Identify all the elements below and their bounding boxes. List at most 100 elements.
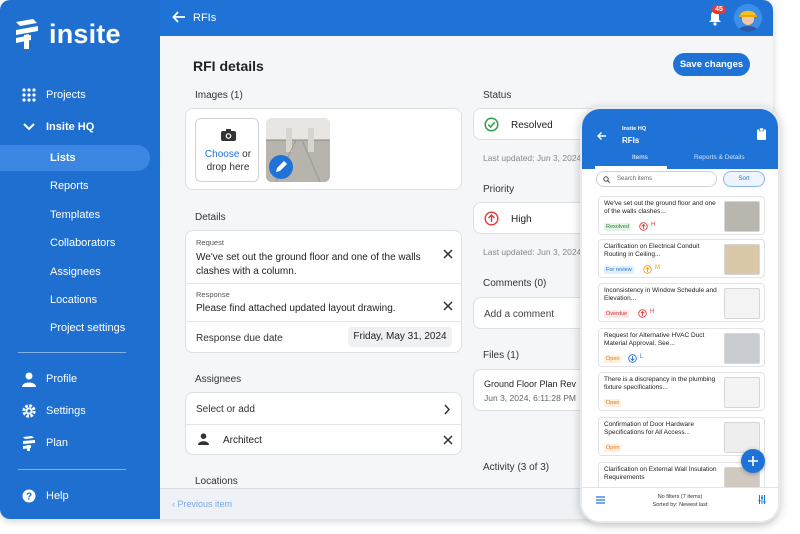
sidebar-item-projects[interactable]: Projects bbox=[0, 82, 160, 108]
filter-sliders-icon[interactable] bbox=[758, 495, 766, 504]
phone-item-status: For review bbox=[604, 266, 634, 274]
status-updated: Last updated: Jun 3, 2024 bbox=[483, 153, 582, 163]
chevron-right-icon[interactable] bbox=[443, 404, 451, 415]
activity-label: Activity (3 of 3) bbox=[483, 462, 550, 473]
request-label: Request bbox=[196, 238, 224, 247]
files-label: Files (1) bbox=[483, 350, 520, 361]
phone-sort-button[interactable]: Sort bbox=[723, 171, 765, 187]
phone-priority-icon bbox=[639, 222, 648, 231]
phone-search-input[interactable]: Search items bbox=[596, 171, 717, 187]
phone-list-item[interactable]: Request for Alternative HVAC Duct Materi… bbox=[598, 328, 765, 367]
phone-item-status: Resolved bbox=[604, 223, 631, 231]
phone-tab-items[interactable]: Items bbox=[632, 154, 648, 161]
comments-label: Comments (0) bbox=[483, 278, 547, 289]
svg-text:?: ? bbox=[26, 492, 32, 503]
phone-list-item[interactable]: Clarification on Electrical Conduit Rout… bbox=[598, 239, 765, 278]
sidebar-item-insite-hq[interactable]: Insite HQ bbox=[0, 114, 160, 140]
phone-sort-status: Sorted by: Newest last bbox=[652, 502, 708, 508]
sidebar-item-label: Projects bbox=[46, 89, 86, 101]
phone-list-item[interactable]: We've set out the ground floor and one o… bbox=[598, 196, 765, 235]
image-thumbnail[interactable] bbox=[266, 118, 330, 182]
plus-icon bbox=[748, 456, 758, 466]
choose-link[interactable]: Choose bbox=[205, 149, 239, 160]
assignees-label: Assignees bbox=[195, 374, 242, 385]
sidebar-item-profile[interactable]: Profile bbox=[0, 366, 160, 392]
file-date: Jun 3, 2024, 6:11:28 PM bbox=[484, 393, 576, 403]
back-arrow-icon[interactable] bbox=[172, 10, 186, 24]
sidebar-item-assignees[interactable]: Assignees bbox=[0, 259, 160, 285]
phone-list-item[interactable]: Confirmation of Door Hardware Specificat… bbox=[598, 417, 765, 456]
response-field[interactable]: Please find attached updated layout draw… bbox=[196, 303, 396, 314]
phone-item-status: Open bbox=[604, 399, 622, 407]
phone-priority-icon bbox=[638, 309, 647, 318]
phone-item-title: Clarification on External Wall Insulatio… bbox=[604, 466, 717, 481]
clipboard-icon[interactable] bbox=[757, 128, 766, 140]
sidebar-item-label: Help bbox=[46, 490, 69, 502]
phone-org: Insite HQ bbox=[622, 126, 647, 132]
save-button[interactable]: Save changes bbox=[673, 53, 750, 76]
images-label: Images (1) bbox=[195, 90, 243, 101]
phone-bottom-bar: No filters (7 items) Sorted by: Newest l… bbox=[582, 487, 778, 521]
select-assignee[interactable]: Select or add bbox=[196, 404, 255, 415]
details-card: Request We've set out the ground floor a… bbox=[185, 230, 462, 353]
phone-mockup: Insite HQ RFIs Items Reports & Details S… bbox=[580, 107, 780, 523]
sidebar-item-label: Assignees bbox=[50, 266, 101, 278]
phone-item-thumbnail bbox=[724, 288, 760, 319]
active-tab-indicator bbox=[595, 166, 667, 169]
phone-priority-icon bbox=[628, 354, 637, 363]
phone-item-thumbnail bbox=[724, 377, 760, 408]
brand-logo[interactable]: insite bbox=[13, 18, 121, 50]
plan-icon bbox=[23, 436, 35, 451]
phone-tab-reports[interactable]: Reports & Details bbox=[694, 154, 745, 161]
sidebar-item-label: Profile bbox=[46, 373, 78, 385]
phone-item-thumbnail bbox=[724, 201, 760, 232]
sidebar-item-help[interactable]: ? Help bbox=[0, 483, 160, 509]
phone-list-item[interactable]: There is a discrepancy in the plumbing f… bbox=[598, 372, 765, 411]
previous-item-link[interactable]: ‹ Previous item bbox=[172, 499, 232, 509]
phone-item-title: We've set out the ground floor and one o… bbox=[604, 200, 716, 215]
due-date-value[interactable]: Friday, May 31, 2024 bbox=[348, 327, 452, 347]
divider bbox=[186, 424, 461, 425]
sidebar-item-label: Collaborators bbox=[50, 237, 116, 249]
phone-item-title: Confirmation of Door Hardware Specificat… bbox=[604, 421, 694, 436]
sidebar-item-lists[interactable]: Lists bbox=[0, 145, 150, 171]
sidebar-item-plan[interactable]: Plan bbox=[0, 430, 160, 456]
request-field[interactable]: We've set out the ground floor and one o… bbox=[196, 251, 436, 279]
back-arrow-icon[interactable] bbox=[597, 131, 607, 141]
divider bbox=[186, 321, 461, 322]
phone-item-priority: H bbox=[651, 222, 656, 228]
due-date-label: Response due date bbox=[196, 333, 283, 344]
phone-item-priority: L bbox=[640, 354, 644, 360]
add-item-fab[interactable] bbox=[741, 449, 765, 473]
sidebar-item-label: Insite HQ bbox=[46, 121, 95, 133]
clear-response-icon[interactable] bbox=[443, 301, 453, 311]
sidebar-divider bbox=[18, 352, 126, 353]
avatar[interactable] bbox=[734, 4, 762, 32]
pencil-icon bbox=[276, 161, 287, 172]
sidebar-item-settings[interactable]: Settings bbox=[0, 398, 160, 424]
phone-search-placeholder: Search items bbox=[617, 176, 653, 182]
phone-item-thumbnail bbox=[724, 333, 760, 364]
insite-logo-icon bbox=[16, 19, 38, 49]
sidebar-item-project-settings[interactable]: Project settings bbox=[0, 315, 160, 341]
sidebar-item-templates[interactable]: Templates bbox=[0, 202, 160, 228]
sidebar-item-label: Templates bbox=[50, 209, 101, 221]
phone-priority-icon bbox=[643, 265, 652, 274]
remove-assignee-icon[interactable] bbox=[443, 435, 453, 445]
phone-item-title: Clarification on Electrical Conduit Rout… bbox=[604, 243, 700, 258]
images-card: Choose or drop here bbox=[185, 108, 462, 190]
edit-image-button[interactable] bbox=[269, 155, 293, 179]
phone-item-status: Open bbox=[604, 444, 622, 452]
sidebar-item-locations[interactable]: Locations bbox=[0, 287, 160, 313]
topbar-title: RFIs bbox=[193, 12, 217, 24]
response-label: Response bbox=[196, 290, 230, 299]
clear-request-icon[interactable] bbox=[443, 249, 453, 259]
phone-filter-status: No filters (7 items) bbox=[657, 494, 703, 500]
phone-item-priority: M bbox=[655, 265, 660, 271]
priority-value: High bbox=[511, 214, 532, 225]
sidebar-item-collaborators[interactable]: Collaborators bbox=[0, 230, 160, 256]
sidebar-item-reports[interactable]: Reports bbox=[0, 173, 160, 199]
phone-item-title: There is a discrepancy in the plumbing f… bbox=[604, 376, 716, 391]
phone-list-item[interactable]: Inconsistency in Window Schedule and Ele… bbox=[598, 283, 765, 322]
upload-dropzone[interactable]: Choose or drop here bbox=[195, 118, 259, 182]
